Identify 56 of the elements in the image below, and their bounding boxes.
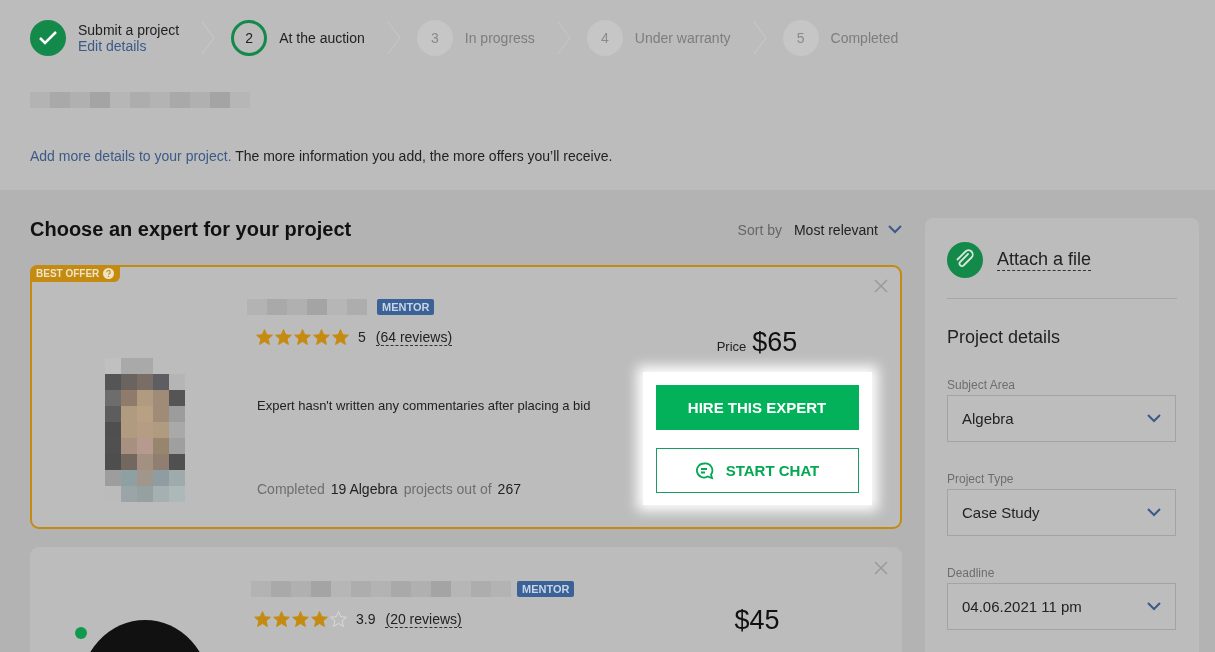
field-label: Deadline	[947, 566, 996, 580]
attach-file-link[interactable]: Attach a file	[997, 249, 1092, 271]
add-details-link[interactable]: Add more details to your project.	[30, 148, 232, 164]
chevron-down-icon	[1147, 508, 1161, 517]
step-number: 3	[416, 20, 453, 56]
completed-stat: Completed	[257, 481, 325, 497]
filled-star-icon	[274, 328, 293, 346]
reviews-link[interactable]: (20 reviews)	[385, 610, 462, 628]
chevron-down-icon	[1147, 602, 1161, 611]
bid-comment: Expert hasn't written any commentaries after placing a bid	[257, 398, 592, 413]
mentor-tag: MENTOR	[377, 299, 435, 315]
filled-star-icon	[293, 328, 312, 346]
rating-value: 5	[358, 329, 366, 345]
step-label: Completed	[830, 30, 899, 46]
completed-stat: 267	[497, 481, 521, 497]
project-hint-text: Add more details to your project. The more information you add, the more offers you’ll receive.	[30, 148, 614, 164]
filled-star-icon	[255, 328, 274, 346]
rating-value: 3.9	[356, 611, 376, 627]
field-label: Subject Area	[947, 378, 1017, 392]
sort-dropdown[interactable]: Most relevant	[793, 221, 902, 238]
filled-star-icon	[312, 328, 331, 346]
price-label: Price	[716, 339, 747, 354]
step-label: In progress	[464, 30, 535, 46]
completed-stat: 19 Algebra	[330, 481, 398, 497]
price-value: $65	[752, 327, 798, 358]
step-number: 2	[231, 20, 268, 56]
filled-star-icon	[253, 610, 272, 628]
step-number: 4	[586, 20, 623, 56]
sort-label: Sort by	[737, 221, 782, 238]
filled-star-icon	[331, 328, 350, 346]
select-field[interactable]: Algebra	[947, 395, 1176, 442]
close-icon[interactable]	[874, 279, 888, 293]
chevron-down-icon	[1147, 414, 1161, 423]
field-label: Project Type	[947, 472, 1015, 486]
price-value: $45	[734, 605, 780, 636]
step-label: Submit a project	[78, 22, 180, 38]
edit-details-link[interactable]: Edit details	[78, 38, 180, 54]
reviews-link[interactable]: (64 reviews)	[375, 328, 453, 346]
filled-star-icon	[272, 610, 291, 628]
paperclip-icon[interactable]	[947, 242, 983, 278]
filled-star-icon	[291, 610, 310, 628]
step-label: At the auction	[279, 30, 365, 46]
sidebar-title: Project details	[947, 327, 1062, 348]
completed-stat: projects out of	[403, 481, 492, 497]
close-icon[interactable]	[874, 561, 888, 575]
section-title: Choose an expert for your project	[30, 218, 352, 241]
best-offer-badge: BEST OFFER	[30, 265, 121, 282]
select-field[interactable]: 04.06.2021 11 pm	[947, 583, 1176, 630]
filled-star-icon	[310, 610, 329, 628]
chat-icon	[694, 461, 714, 480]
mentor-tag: MENTOR	[517, 581, 575, 597]
chevron-down-icon	[888, 225, 902, 234]
step-label: Under warranty	[634, 30, 731, 46]
help-icon	[103, 268, 115, 279]
select-field[interactable]: Case Study	[947, 489, 1176, 536]
step-number: 5	[782, 20, 819, 56]
